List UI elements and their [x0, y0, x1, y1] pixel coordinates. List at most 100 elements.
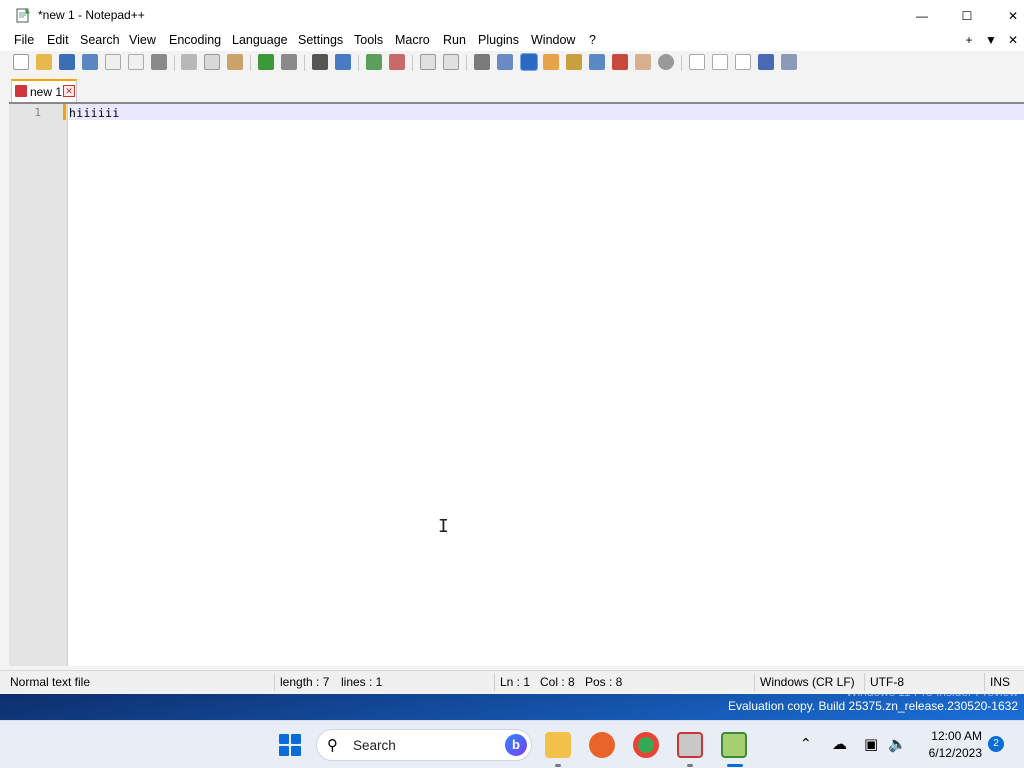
- status-lines: lines : 1: [341, 675, 383, 689]
- menu-help[interactable]: ?: [589, 33, 596, 47]
- sync-vertical-icon[interactable]: [420, 54, 436, 70]
- close-window-button[interactable]: ✕: [990, 0, 1024, 31]
- status-insert-mode[interactable]: INS: [990, 675, 1010, 689]
- snipping-tool-icon[interactable]: [677, 732, 703, 758]
- add-tab-icon[interactable]: +: [958, 33, 980, 47]
- editor-text-line[interactable]: hiiiiii: [69, 106, 120, 120]
- chrome-icon[interactable]: [633, 732, 659, 758]
- menu-settings[interactable]: Settings: [298, 33, 343, 47]
- tab-new-1[interactable]: new 1 ✕: [11, 79, 77, 102]
- toolbar-separator: [250, 55, 251, 71]
- save-all-icon[interactable]: [82, 54, 98, 70]
- toolbar: [0, 51, 1024, 74]
- stop-macro-icon[interactable]: [712, 54, 728, 70]
- menu-edit[interactable]: Edit: [47, 33, 69, 47]
- search-label: Search: [353, 738, 396, 753]
- volume-icon[interactable]: 🔈: [888, 735, 907, 753]
- close-doc-icon[interactable]: ✕: [1002, 33, 1024, 47]
- cut-icon[interactable]: [181, 54, 197, 70]
- current-line-highlight: [69, 104, 1024, 120]
- toolbar-separator: [174, 55, 175, 71]
- tab-label: new 1: [30, 85, 63, 99]
- notepadpp-taskbar-icon[interactable]: [721, 732, 747, 758]
- save-icon[interactable]: [59, 54, 75, 70]
- status-file-type: Normal text file: [10, 675, 91, 689]
- doc-list-icon[interactable]: [589, 54, 605, 70]
- copy-icon[interactable]: [204, 54, 220, 70]
- status-separator: [754, 673, 755, 691]
- paste-icon[interactable]: [227, 54, 243, 70]
- doc-map-icon[interactable]: [566, 54, 582, 70]
- word-wrap-icon[interactable]: [474, 54, 490, 70]
- close-icon: ✕: [1007, 8, 1019, 23]
- title-bar[interactable]: *new 1 - Notepad++ — ☐ ✕: [0, 0, 1024, 31]
- undo-icon[interactable]: [258, 54, 274, 70]
- close-all-icon[interactable]: [128, 54, 144, 70]
- sync-horizontal-icon[interactable]: [443, 54, 459, 70]
- open-file-icon[interactable]: [36, 54, 52, 70]
- firefox-icon[interactable]: [589, 732, 615, 758]
- function-list-icon[interactable]: [612, 54, 628, 70]
- user-language-icon[interactable]: [543, 54, 559, 70]
- clock-time[interactable]: 12:00 AM: [918, 729, 982, 743]
- status-separator: [274, 673, 275, 691]
- taskbar: ⚲ Search b ⌃ ☁ ▣ 🔈 12:00 AM 6/12/2023 2: [0, 720, 1024, 768]
- maximize-button[interactable]: ☐: [944, 0, 990, 31]
- mouse-ibeam-cursor: I: [438, 516, 449, 537]
- notification-badge[interactable]: 2: [988, 736, 1004, 752]
- menu-view[interactable]: View: [129, 33, 156, 47]
- run-macro-multiple-icon[interactable]: [758, 54, 774, 70]
- network-icon[interactable]: ▣: [864, 735, 878, 753]
- menu-language[interactable]: Language: [232, 33, 288, 47]
- menu-search[interactable]: Search: [80, 33, 120, 47]
- folder-workspace-icon[interactable]: [635, 54, 651, 70]
- play-macro-icon[interactable]: [735, 54, 751, 70]
- editor-area[interactable]: 1 hiiiiii I: [9, 102, 1024, 666]
- clock-date[interactable]: 6/12/2023: [918, 746, 982, 760]
- line-number: 1: [34, 106, 41, 119]
- taskbar-search-box[interactable]: ⚲ Search b: [316, 729, 532, 761]
- menu-plugins[interactable]: Plugins: [478, 33, 519, 47]
- save-macro-icon[interactable]: [781, 54, 797, 70]
- zoom-in-icon[interactable]: [366, 54, 382, 70]
- redo-icon[interactable]: [281, 54, 297, 70]
- record-macro-icon[interactable]: [689, 54, 705, 70]
- status-length: length : 7: [280, 675, 330, 689]
- window-title: *new 1 - Notepad++: [38, 8, 145, 22]
- toolbar-separator: [681, 55, 682, 71]
- show-all-chars-icon[interactable]: [497, 54, 513, 70]
- menu-window[interactable]: Window: [531, 33, 575, 47]
- line-number-gutter: 1: [9, 104, 68, 666]
- minimize-button[interactable]: —: [899, 0, 945, 31]
- replace-icon[interactable]: [335, 54, 351, 70]
- change-marker: [63, 104, 66, 120]
- bing-icon[interactable]: b: [505, 734, 527, 756]
- onedrive-offline-icon[interactable]: ☁: [832, 735, 847, 753]
- menu-encoding[interactable]: Encoding: [169, 33, 221, 47]
- menu-right-controls: + ▼ ✕: [958, 33, 1024, 47]
- status-separator: [984, 673, 985, 691]
- chevron-up-icon[interactable]: ⌃: [800, 735, 812, 752]
- active-indicator: [727, 764, 743, 767]
- notepadpp-window: *new 1 - Notepad++ — ☐ ✕ File Edit Searc…: [0, 0, 1024, 694]
- menu-macro[interactable]: Macro: [395, 33, 430, 47]
- menu-file[interactable]: File: [14, 33, 34, 47]
- notepadpp-app-icon: [16, 8, 30, 23]
- close-icon[interactable]: [105, 54, 121, 70]
- find-icon[interactable]: [312, 54, 328, 70]
- monitoring-icon[interactable]: [658, 54, 674, 70]
- status-encoding: UTF-8: [870, 675, 904, 689]
- menu-tools[interactable]: Tools: [354, 33, 383, 47]
- indent-guide-icon[interactable]: [520, 53, 538, 71]
- menu-run[interactable]: Run: [443, 33, 466, 47]
- new-file-icon[interactable]: [13, 54, 29, 70]
- tab-close-icon[interactable]: ✕: [63, 85, 75, 97]
- status-eol[interactable]: Windows (CR LF): [760, 675, 855, 689]
- zoom-out-icon[interactable]: [389, 54, 405, 70]
- tab-list-icon[interactable]: ▼: [980, 33, 1002, 47]
- start-icon[interactable]: [279, 734, 301, 756]
- status-column: Col : 8: [540, 675, 575, 689]
- print-icon[interactable]: [151, 54, 167, 70]
- file-explorer-icon[interactable]: [545, 732, 571, 758]
- status-separator: [864, 673, 865, 691]
